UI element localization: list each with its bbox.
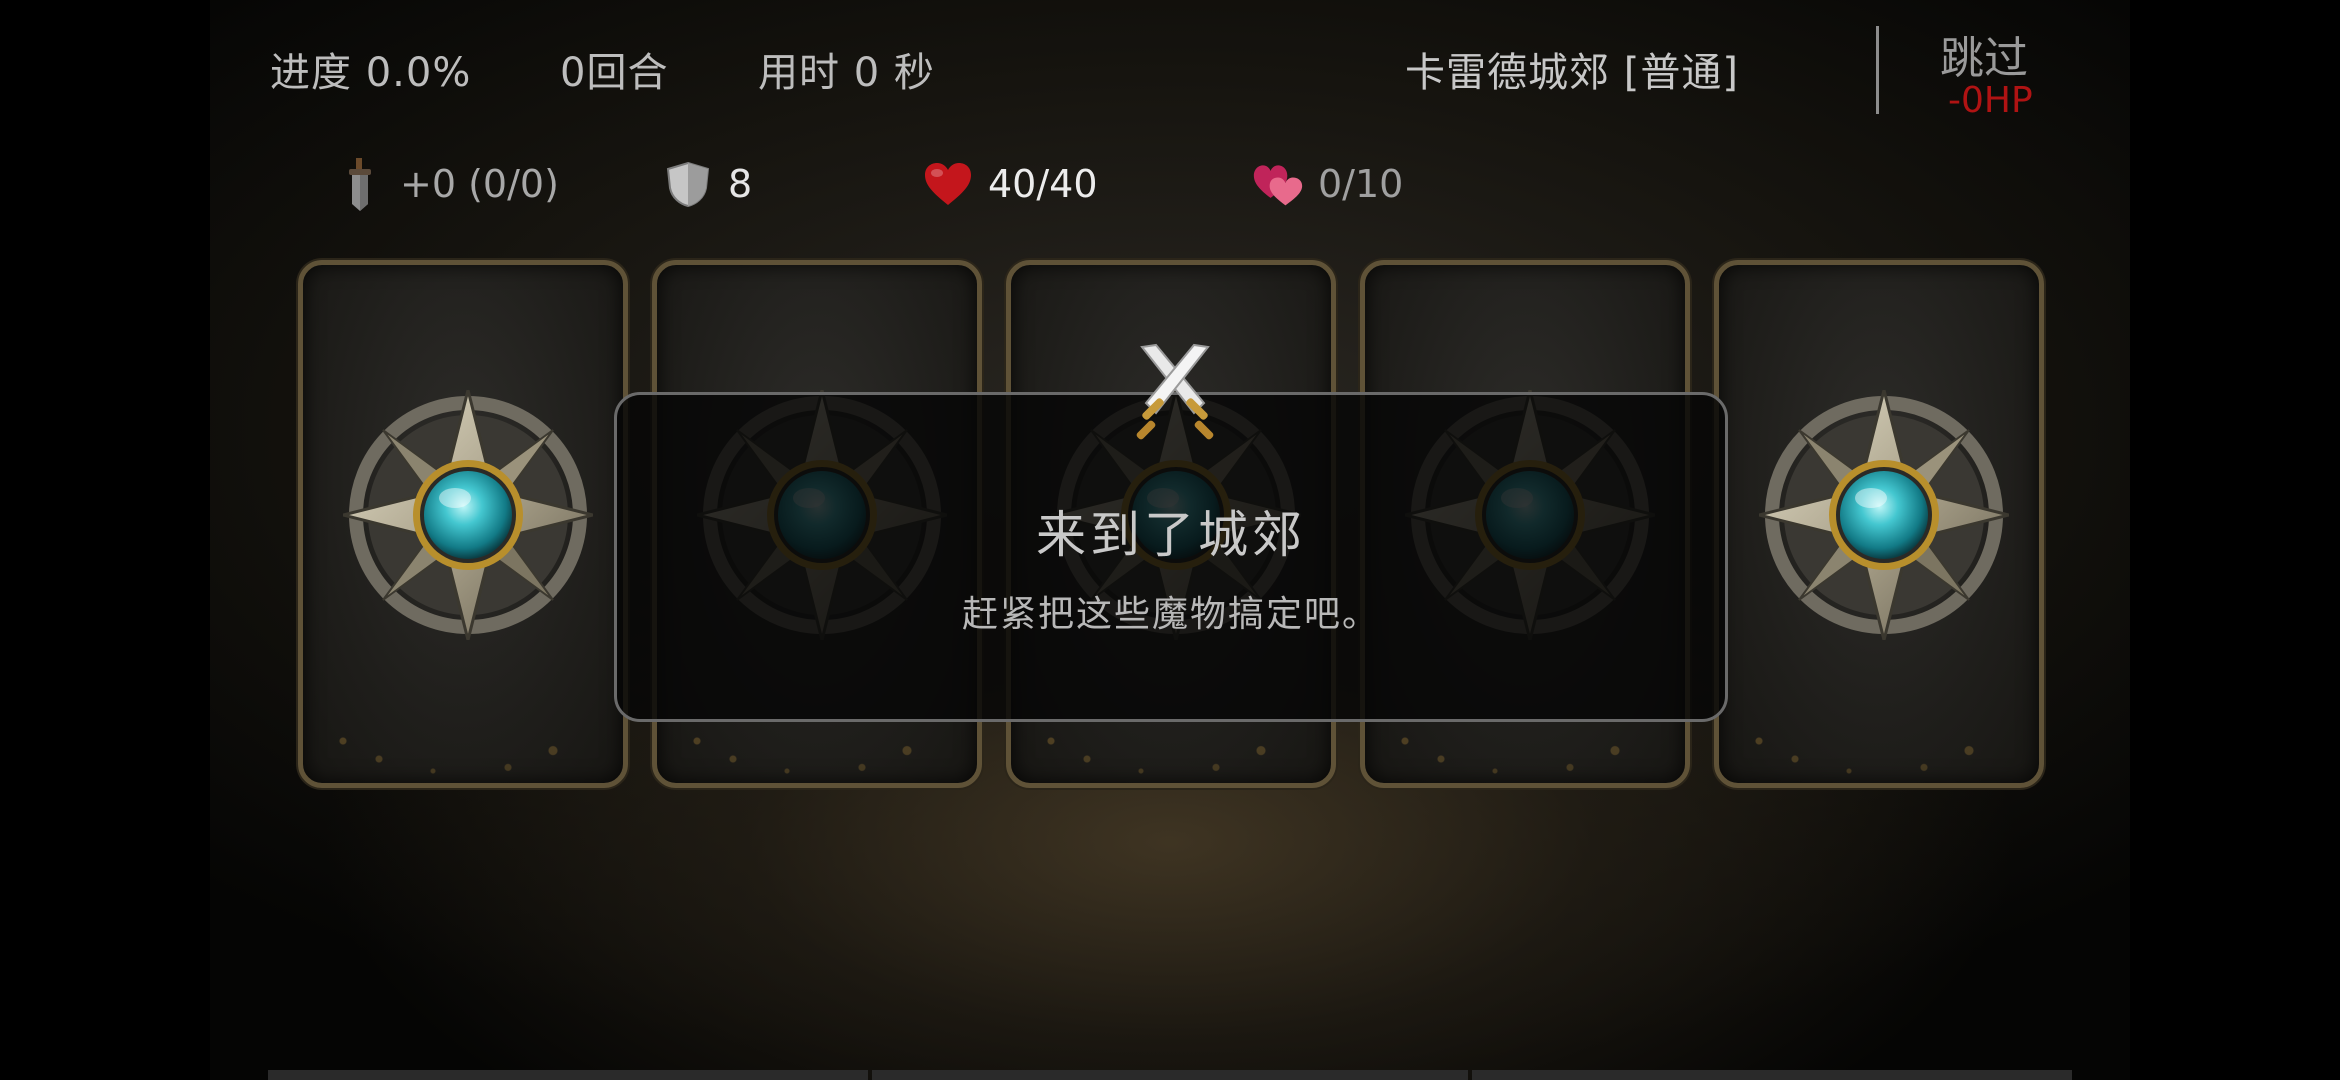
skip-button[interactable]: 跳过 bbox=[1940, 22, 2028, 86]
dagger-icon bbox=[334, 158, 386, 211]
dungeon-card[interactable] bbox=[1714, 260, 2044, 788]
compass-gem-icon bbox=[343, 390, 593, 640]
weapon-stat: +0 (0/0) bbox=[334, 156, 559, 212]
armor-stat-value: 8 bbox=[728, 162, 753, 206]
crossed-swords-icon bbox=[1136, 343, 1214, 440]
dialog-message: 赶紧把这些魔物搞定吧。 bbox=[961, 594, 1380, 635]
stage-name: 卡雷德城郊 [普通] bbox=[1405, 50, 1739, 96]
weapon-stat-value: +0 (0/0) bbox=[400, 162, 559, 206]
compass-gem-icon bbox=[1759, 390, 2009, 640]
stage-intro-dialog[interactable]: 来到了城郊 赶紧把这些魔物搞定吧。 bbox=[614, 343, 1728, 722]
bottom-panel-edge bbox=[268, 1070, 868, 1080]
turn-counter: 0回合 bbox=[560, 50, 669, 96]
heart-icon bbox=[922, 158, 974, 210]
double-heart-icon bbox=[1252, 158, 1304, 210]
shield-icon bbox=[662, 158, 714, 210]
progress-label: 进度 0.0% bbox=[270, 50, 472, 96]
hp-stat: 40/40 bbox=[922, 156, 1098, 212]
bottom-panel-edge bbox=[1472, 1070, 2072, 1080]
dungeon-card[interactable] bbox=[298, 260, 628, 788]
skip-hp-cost: -0HP bbox=[1948, 80, 2033, 121]
love-stat: 0/10 bbox=[1252, 156, 1403, 212]
armor-stat: 8 bbox=[662, 156, 752, 212]
hp-stat-value: 40/40 bbox=[988, 162, 1098, 206]
header-divider bbox=[1876, 26, 1879, 114]
bottom-panel-edge bbox=[872, 1070, 1468, 1080]
dialog-title: 来到了城郊 bbox=[1036, 506, 1306, 564]
love-stat-value: 0/10 bbox=[1318, 162, 1404, 206]
elapsed-time: 用时 0 秒 bbox=[758, 50, 935, 96]
